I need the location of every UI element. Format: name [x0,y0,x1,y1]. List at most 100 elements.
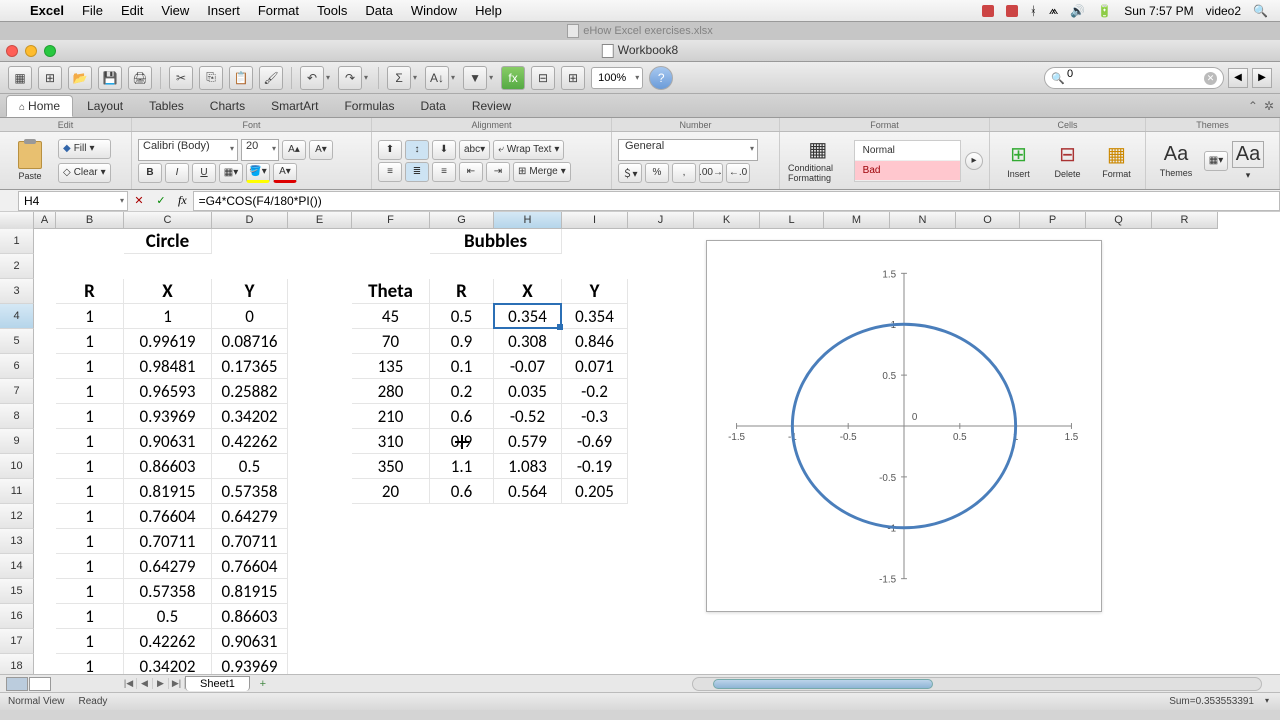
cell-I10[interactable]: -0.19 [562,454,628,479]
col-header-G[interactable]: G [430,212,494,229]
formula-input[interactable]: =G4*COS(F4/180*PI()) [193,191,1280,211]
cell-G3[interactable]: R [430,279,494,304]
toolbox-button[interactable]: fx [501,66,525,90]
fill-button[interactable]: ◆Fill ▾ [58,139,111,159]
row-header-10[interactable]: 10 [0,454,34,479]
col-header-C[interactable]: C [124,212,212,229]
cell-H10[interactable]: 1.083 [494,454,562,479]
delete-cells-button[interactable]: ⊟Delete [1045,140,1090,181]
col-header-B[interactable]: B [56,212,124,229]
close-window-icon[interactable] [6,45,18,57]
status-icon-2[interactable] [1006,5,1018,17]
clear-button[interactable]: ◇Clear ▾ [58,163,111,183]
insert-cells-button[interactable]: ⊞Insert [996,140,1041,181]
col-header-F[interactable]: F [352,212,430,229]
menu-edit[interactable]: Edit [121,3,143,18]
col-header-J[interactable]: J [628,212,694,229]
comma-button[interactable]: , [672,163,696,183]
select-all-corner[interactable] [0,212,34,230]
volume-icon[interactable]: 🔊 [1070,4,1085,18]
cell-C14[interactable]: 0.64279 [124,554,212,579]
cell-I5[interactable]: 0.846 [562,329,628,354]
cell-G8[interactable]: 0.6 [430,404,494,429]
cell-D4[interactable]: 0 [212,304,288,329]
row-header-4[interactable]: 4 [0,304,34,329]
col-header-P[interactable]: P [1020,212,1086,229]
cell-B5[interactable]: 1 [56,329,124,354]
cell-B17[interactable]: 1 [56,629,124,654]
sheet-next-button[interactable]: ▶ [153,678,169,689]
cell-C17[interactable]: 0.42262 [124,629,212,654]
cell-D16[interactable]: 0.86603 [212,604,288,629]
cell-C1[interactable]: Circle [124,229,212,254]
row-header-2[interactable]: 2 [0,254,34,279]
merge-button[interactable]: ⊞ Merge ▾ [513,162,571,182]
cell-C16[interactable]: 0.5 [124,604,212,629]
name-box[interactable]: H4 [18,191,128,211]
print-button[interactable]: 🖨 [128,66,152,90]
row-header-15[interactable]: 15 [0,579,34,604]
cell-D8[interactable]: 0.34202 [212,404,288,429]
cell-B14[interactable]: 1 [56,554,124,579]
cell-I6[interactable]: 0.071 [562,354,628,379]
cell-C5[interactable]: 0.99619 [124,329,212,354]
row-header-16[interactable]: 16 [0,604,34,629]
cell-H8[interactable]: -0.52 [494,404,562,429]
cell-G9[interactable]: 0.9 [430,429,494,454]
minimize-window-icon[interactable] [25,45,37,57]
cell-C18[interactable]: 0.34202 [124,654,212,674]
cell-H4[interactable]: 0.354 [494,304,562,329]
col-header-R[interactable]: R [1152,212,1218,229]
increase-indent-button[interactable]: ⇥ [486,162,510,182]
align-center-button[interactable]: ≣ [405,162,429,182]
cell-I11[interactable]: 0.205 [562,479,628,504]
row-header-5[interactable]: 5 [0,329,34,354]
copy-button[interactable]: ⎘ [199,66,223,90]
add-sheet-button[interactable]: + [254,678,272,690]
cell-B12[interactable]: 1 [56,504,124,529]
cell-D6[interactable]: 0.17365 [212,354,288,379]
cell-B18[interactable]: 1 [56,654,124,674]
cell-D5[interactable]: 0.08716 [212,329,288,354]
search-prev-button[interactable]: ◀ [1228,68,1248,88]
italic-button[interactable]: I [165,163,189,183]
new-workbook-button[interactable]: ▦ [8,66,32,90]
zoom-window-icon[interactable] [44,45,56,57]
row-header-9[interactable]: 9 [0,429,34,454]
cell-I3[interactable]: Y [562,279,628,304]
help-button[interactable]: ? [649,66,673,90]
cell-C6[interactable]: 0.98481 [124,354,212,379]
new-from-template-button[interactable]: ⊞ [38,66,62,90]
cell-B9[interactable]: 1 [56,429,124,454]
cell-B3[interactable]: R [56,279,124,304]
tab-review[interactable]: Review [460,96,523,116]
cell-B4[interactable]: 1 [56,304,124,329]
row-header-17[interactable]: 17 [0,629,34,654]
open-button[interactable]: 📂 [68,66,92,90]
search-input[interactable]: 🔍 0 ✕ [1044,67,1224,89]
sheet-last-button[interactable]: ▶| [169,678,185,689]
menu-file[interactable]: File [82,3,103,18]
tab-smartart[interactable]: SmartArt [259,96,330,116]
theme-colors-button[interactable]: ▦▾ [1204,151,1228,171]
grow-font-button[interactable]: A▴ [282,140,306,160]
format-painter-button[interactable]: 🖌 [259,66,283,90]
tab-home[interactable]: ⌂Home [6,95,73,117]
row-header-7[interactable]: 7 [0,379,34,404]
cell-F7[interactable]: 280 [352,379,430,404]
user-name[interactable]: video2 [1206,4,1241,18]
collapse-ribbon-icon[interactable]: ⌃ [1248,99,1258,113]
conditional-formatting-button[interactable]: ▦Conditional Formatting [786,135,850,186]
tab-tables[interactable]: Tables [137,96,196,116]
menu-tools[interactable]: Tools [317,3,347,18]
sheet-tab-sheet1[interactable]: Sheet1 [185,676,250,691]
font-color-button[interactable]: A▾ [273,163,297,183]
filter-button[interactable]: ▼ [463,66,487,90]
paste-big-button[interactable]: Paste [6,139,54,183]
clock[interactable]: Sun 7:57 PM [1124,4,1193,18]
sheet-prev-button[interactable]: ◀ [137,678,153,689]
cell-I4[interactable]: 0.354 [562,304,628,329]
cell-F6[interactable]: 135 [352,354,430,379]
view-page-layout-icon[interactable] [29,677,51,691]
tab-formulas[interactable]: Formulas [332,96,406,116]
